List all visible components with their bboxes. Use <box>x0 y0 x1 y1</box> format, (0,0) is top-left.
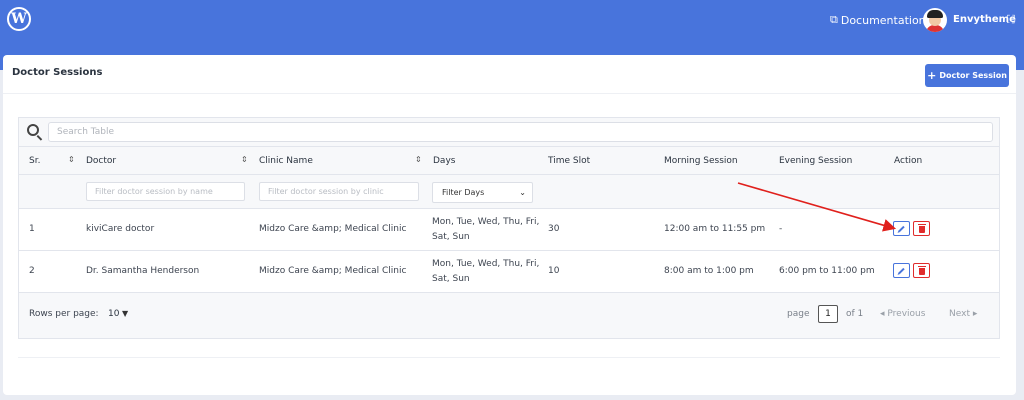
next-page-button[interactable]: Next ▸ <box>949 309 977 319</box>
pencil-icon <box>898 267 905 274</box>
wordpress-logo-icon[interactable]: W <box>7 7 31 31</box>
morning-session-cell: 12:00 am to 11:55 pm <box>664 224 766 234</box>
chevron-down-icon: ⌄ <box>519 188 526 197</box>
edit-button[interactable] <box>893 263 910 278</box>
search-input[interactable] <box>48 122 993 142</box>
morning-session-cell: 8:00 am to 1:00 pm <box>664 266 754 276</box>
page-title: Doctor Sessions <box>12 67 103 78</box>
column-header-days[interactable]: Days <box>433 156 455 166</box>
evening-session-cell: 6:00 pm to 11:00 pm <box>779 266 875 276</box>
days-filter-value: Filter Days <box>442 188 485 197</box>
trash-icon <box>917 224 926 233</box>
add-doctor-session-button[interactable]: + Doctor Session <box>925 64 1009 87</box>
column-header-action: Action <box>894 156 923 166</box>
previous-page-button[interactable]: ◂ Previous <box>880 309 925 319</box>
time-slot-cell: 10 <box>548 266 560 276</box>
next-label: Next <box>949 309 970 319</box>
delete-button[interactable] <box>913 263 930 278</box>
doctor-sessions-card: Doctor Sessions + Doctor Session Sr. ⇕ D… <box>3 55 1016 395</box>
days-cell: Mon, Tue, Wed, Thu, Fri, Sat, Sun <box>432 215 542 245</box>
days-line: Mon, Tue, Wed, Thu, Fri, <box>432 259 540 269</box>
add-button-label: Doctor Session <box>939 71 1007 80</box>
clinic-filter-input[interactable] <box>259 182 419 201</box>
documentation-link[interactable]: ⧉ Documentation <box>830 13 926 27</box>
days-line: Mon, Tue, Wed, Thu, Fri, <box>432 217 540 227</box>
doctor-cell: kiviCare doctor <box>86 224 155 234</box>
external-link-icon: ⧉ <box>830 13 838 26</box>
sort-icon[interactable]: ⇕ <box>415 155 422 164</box>
edit-button[interactable] <box>893 221 910 236</box>
plus-icon: + <box>927 69 937 82</box>
pencil-icon <box>898 225 905 232</box>
search-icon <box>27 124 39 136</box>
rows-per-page-select[interactable]: 10 <box>108 309 119 319</box>
caret-down-icon[interactable]: ▼ <box>122 309 128 318</box>
sort-icon[interactable]: ⇕ <box>68 155 75 164</box>
doctor-filter-input[interactable] <box>86 182 245 201</box>
filter-row: Filter Days ⌄ <box>19 174 999 208</box>
days-line: Sat, Sun <box>432 232 470 242</box>
delete-button[interactable] <box>913 221 930 236</box>
page-label: page <box>787 309 810 319</box>
table-row: 2 Dr. Samantha Henderson Midzo Care &amp… <box>19 250 999 292</box>
documentation-label: Documentation <box>840 13 926 27</box>
clinic-cell: Midzo Care &amp; Medical Clinic <box>259 266 407 276</box>
chevron-right-icon: ▸ <box>972 309 978 319</box>
avatar[interactable] <box>923 8 947 32</box>
sort-icon[interactable]: ⇕ <box>241 155 248 164</box>
evening-session-cell: - <box>779 224 783 234</box>
sessions-table: Sr. ⇕ Doctor ⇕ Clinic Name ⇕ Days Time S… <box>18 117 1000 339</box>
table-header: Sr. ⇕ Doctor ⇕ Clinic Name ⇕ Days Time S… <box>19 146 999 174</box>
divider <box>18 357 1000 358</box>
doctor-cell: Dr. Samantha Henderson <box>86 266 200 276</box>
column-header-morning-session[interactable]: Morning Session <box>664 156 738 166</box>
days-line: Sat, Sun <box>432 274 470 284</box>
days-cell: Mon, Tue, Wed, Thu, Fri, Sat, Sun <box>432 257 542 287</box>
divider <box>3 93 1016 94</box>
column-header-time-slot[interactable]: Time Slot <box>548 156 590 166</box>
column-header-sr[interactable]: Sr. <box>29 156 40 166</box>
clinic-cell: Midzo Care &amp; Medical Clinic <box>259 224 407 234</box>
page-count-label: of 1 <box>846 309 864 319</box>
pagination-bar: Rows per page: 10 ▼ page 1 of 1 ◂ Previo… <box>19 292 999 338</box>
table-row: 1 kiviCare doctor Midzo Care &amp; Medic… <box>19 208 999 250</box>
chevron-left-icon: ◂ <box>880 309 885 319</box>
time-slot-cell: 30 <box>548 224 560 234</box>
column-header-evening-session[interactable]: Evening Session <box>779 156 852 166</box>
column-header-clinic[interactable]: Clinic Name <box>259 156 313 166</box>
column-header-doctor[interactable]: Doctor <box>86 156 116 166</box>
page-number-input[interactable]: 1 <box>818 305 838 323</box>
trash-icon <box>917 266 926 275</box>
previous-label: Previous <box>887 309 926 319</box>
sr-cell: 2 <box>29 266 35 276</box>
sr-cell: 1 <box>29 224 35 234</box>
fullscreen-icon[interactable]: ⛶ <box>1007 13 1015 27</box>
rows-per-page-label: Rows per page: <box>29 309 99 319</box>
days-filter-select[interactable]: Filter Days ⌄ <box>432 182 533 203</box>
